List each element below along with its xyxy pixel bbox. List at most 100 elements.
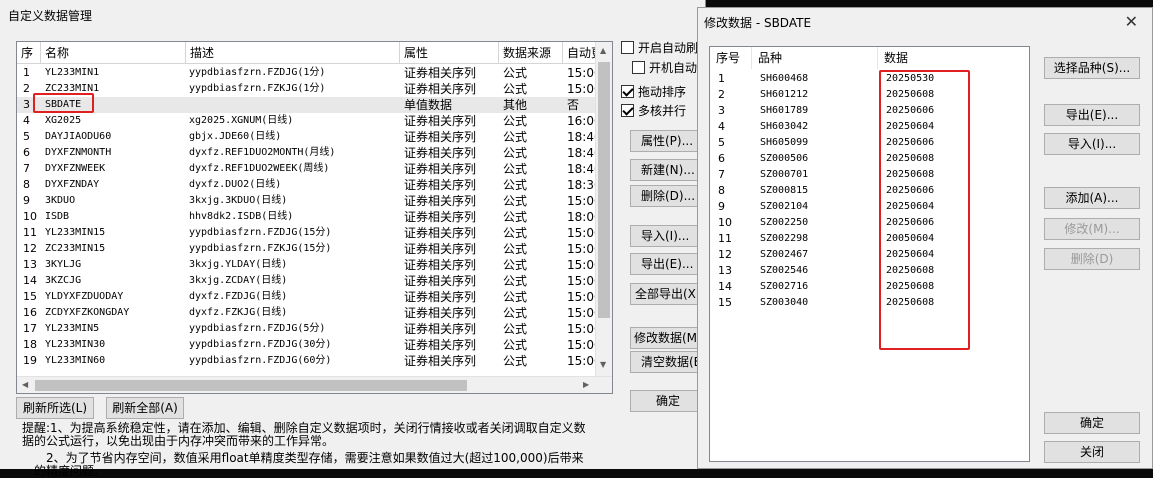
row-index: 18 xyxy=(23,338,37,351)
dialog-ok-button[interactable]: 确定 xyxy=(1044,412,1140,434)
auto-refresh-checkbox[interactable] xyxy=(621,41,634,54)
dialog-modify-button[interactable]: 修改(M)... xyxy=(1044,218,1140,240)
scroll-up-icon[interactable]: ▲ xyxy=(600,46,606,55)
list-item[interactable]: 6 SZ000506 20250608 xyxy=(710,151,1029,167)
table-row[interactable]: 4 XG2025 xg2025.XGNUM(日线) 证券相关序列 公式 16:00 xyxy=(17,113,612,129)
list-item[interactable]: 11 SZ002298 20050604 xyxy=(710,231,1029,247)
new-button[interactable]: 新建(N)... xyxy=(630,159,706,181)
scroll-thumb[interactable] xyxy=(598,62,610,318)
row-index: 6 xyxy=(718,152,725,165)
row-desc: 3kxjg.3KDUO(日线) xyxy=(189,195,288,206)
col-header-source[interactable]: 数据来源 xyxy=(499,42,563,64)
table-row[interactable]: 7 DYXFZNWEEK dyxfz.REF1DUO2WEEK(周线) 证券相关序列 公… xyxy=(17,161,612,177)
row-name: YL233MIN60 xyxy=(45,355,106,366)
row-index: 10 xyxy=(718,216,732,229)
list-item[interactable]: 7 SZ000701 20250608 xyxy=(710,167,1029,183)
col-header-desc[interactable]: 描述 xyxy=(186,42,400,64)
table-row[interactable]: 6 DYXFZNMONTH dyxfz.REF1DUO2MONTH(月线) 证券相关序… xyxy=(17,145,612,161)
export-all-button[interactable]: 全部导出(X) xyxy=(630,283,706,305)
list-item[interactable]: 9 SZ002104 20250604 xyxy=(710,199,1029,215)
row-stock: SZ002250 xyxy=(760,217,809,228)
col-header-name[interactable]: 名称 xyxy=(41,42,186,64)
h-scroll-thumb[interactable] xyxy=(35,380,467,391)
table-row[interactable]: 10 ISDB hhv8dk2.ISDB(日线) 证券相关序列 公式 18:00 xyxy=(17,209,612,225)
refresh-all-button[interactable]: 刷新全部(A) xyxy=(106,397,184,419)
boot-auto-checkbox[interactable] xyxy=(632,61,645,74)
list-item[interactable]: 4 SH603042 20250604 xyxy=(710,119,1029,135)
table-row[interactable]: 17 YL233MIN5 yypdbiasfzrn.FZDJG(5分) 证券相关序列 公… xyxy=(17,321,612,337)
list-item[interactable]: 14 SZ002716 20250608 xyxy=(710,279,1029,295)
table-row[interactable]: 9 3KDUO 3kxjg.3KDUO(日线) 证券相关序列 公式 15:00 xyxy=(17,193,612,209)
list-item[interactable]: 13 SZ002546 20250608 xyxy=(710,263,1029,279)
dialog-export-button[interactable]: 导出(E)... xyxy=(1044,104,1140,126)
row-index: 4 xyxy=(718,120,725,133)
dialog-import-button[interactable]: 导入(I)... xyxy=(1044,133,1140,155)
table-row[interactable]: 16 ZCDYXFZKONGDAY dyxfz.FZKJG(日线) 证券相关序列 公式 1… xyxy=(17,305,612,321)
main-ok-button[interactable]: 确定 xyxy=(630,390,706,412)
import-button[interactable]: 导入(I)... xyxy=(630,225,706,247)
scroll-down-icon[interactable]: ▼ xyxy=(600,360,606,369)
col-header-index[interactable]: 序 xyxy=(17,42,41,64)
table-row[interactable]: 5 DAYJIAODU60 gbjx.JDE60(日线) 证券相关序列 公式 18:40 xyxy=(17,129,612,145)
col-header-stock[interactable]: 品种 xyxy=(752,47,878,69)
list-item[interactable]: 5 SH605099 20250606 xyxy=(710,135,1029,151)
drag-sort-checkbox[interactable] xyxy=(621,85,634,98)
col-header-index[interactable]: 序号 xyxy=(710,47,752,69)
custom-data-list[interactable]: 序 名称 描述 属性 数据来源 自动更 1 YL233MIN1 yypdbiasfz… xyxy=(16,41,613,394)
list-item[interactable]: 15 SZ003040 20250608 xyxy=(710,295,1029,311)
row-name: DYXFZNWEEK xyxy=(45,163,106,174)
refresh-selected-button[interactable]: 刷新所选(L) xyxy=(16,397,94,419)
close-icon[interactable]: ✕ xyxy=(1125,12,1138,31)
table-row[interactable]: 13 3KYLJG 3kxjg.YLDAY(日线) 证券相关序列 公式 15:00 xyxy=(17,257,612,273)
table-row[interactable]: 2 ZC233MIN1 yypdbiasfzrn.FZKJG(1分) 证券相关序列 公式… xyxy=(17,81,612,97)
table-row[interactable]: 8 DYXFZNDAY dyxfz.DUO2(日线) 证券相关序列 公式 18:30 xyxy=(17,177,612,193)
table-row[interactable]: 19 YL233MIN60 yypdbiasfzrn.FZDJG(60分) 证券相关序… xyxy=(17,353,612,369)
scroll-left-icon[interactable]: ◀ xyxy=(22,380,28,389)
table-row[interactable]: 15 YLDYXFZDUODAY dyxfz.FZDJG(日线) 证券相关序列 公式 15… xyxy=(17,289,612,305)
list-item[interactable]: 1 SH600468 20250530 xyxy=(710,71,1029,87)
row-stock: SZ003040 xyxy=(760,297,809,308)
list-item[interactable]: 8 SZ000815 20250606 xyxy=(710,183,1029,199)
clear-data-button[interactable]: 清空数据(E) xyxy=(630,351,706,373)
multicore-checkbox[interactable] xyxy=(621,104,634,117)
select-stock-button[interactable]: 选择品种(S)... xyxy=(1044,57,1140,79)
row-attr: 证券相关序列 xyxy=(404,194,477,208)
table-row[interactable]: 1 YL233MIN1 yypdbiasfzrn.FZDJG(1分) 证券相关序列 公式… xyxy=(17,65,612,81)
list-item[interactable]: 10 SZ002250 20250606 xyxy=(710,215,1029,231)
dialog-add-button[interactable]: 添加(A)... xyxy=(1044,187,1140,209)
row-source: 公式 xyxy=(503,210,528,224)
dialog-delete-button[interactable]: 删除(D) xyxy=(1044,248,1140,270)
table-row[interactable]: 12 ZC233MIN15 yypdbiasfzrn.FZKJG(15分) 证券相关序… xyxy=(17,241,612,257)
dialog-close-button[interactable]: 关闭 xyxy=(1044,441,1140,463)
col-header-data[interactable]: 数据 xyxy=(878,47,1029,69)
modify-data-button[interactable]: 修改数据(M) xyxy=(630,327,706,349)
row-index: 19 xyxy=(23,354,37,367)
row-name: DAYJIAODU60 xyxy=(45,131,112,142)
row-index: 14 xyxy=(718,280,732,293)
row-attr: 证券相关序列 xyxy=(404,66,477,80)
row-desc: dyxfz.DUO2(日线) xyxy=(189,179,282,190)
table-row[interactable]: 11 YL233MIN15 yypdbiasfzrn.FZDJG(15分) 证券相关序… xyxy=(17,225,612,241)
list-item[interactable]: 2 SH601212 20250608 xyxy=(710,87,1029,103)
drag-sort-option[interactable]: 拖动排序 xyxy=(621,84,686,100)
auto-refresh-option[interactable]: 开启自动刷 xyxy=(621,40,698,56)
row-attr: 证券相关序列 xyxy=(404,258,477,272)
data-list[interactable]: 序号 品种 数据 1 SH600468 20250530 2 SH601212 20250… xyxy=(709,46,1030,462)
attr-button[interactable]: 属性(P)... xyxy=(630,130,706,152)
table-row[interactable]: 3 SBDATE 单值数据 其他否 xyxy=(17,97,612,113)
table-row[interactable]: 14 3KZCJG 3kxjg.ZCDAY(日线) 证券相关序列 公式 15:00 xyxy=(17,273,612,289)
row-name: YL233MIN30 xyxy=(45,339,106,350)
row-attr: 证券相关序列 xyxy=(404,146,477,160)
row-index: 12 xyxy=(23,242,37,255)
export-button[interactable]: 导出(E)... xyxy=(630,253,706,275)
horizontal-scrollbar[interactable]: ◀ ▶ xyxy=(17,376,612,393)
col-header-attr[interactable]: 属性 xyxy=(400,42,499,64)
scroll-right-icon[interactable]: ▶ xyxy=(583,380,589,389)
table-row[interactable]: 18 YL233MIN30 yypdbiasfzrn.FZDJG(30分) 证券相关序… xyxy=(17,337,612,353)
list-item[interactable]: 3 SH601789 20250606 xyxy=(710,103,1029,119)
vertical-scrollbar[interactable]: ▲ ▼ xyxy=(595,42,612,376)
boot-auto-option[interactable]: 开机自动 xyxy=(632,60,697,76)
multicore-option[interactable]: 多核并行 xyxy=(621,103,686,119)
list-item[interactable]: 12 SZ002467 20250604 xyxy=(710,247,1029,263)
delete-button[interactable]: 删除(D)... xyxy=(630,185,706,207)
